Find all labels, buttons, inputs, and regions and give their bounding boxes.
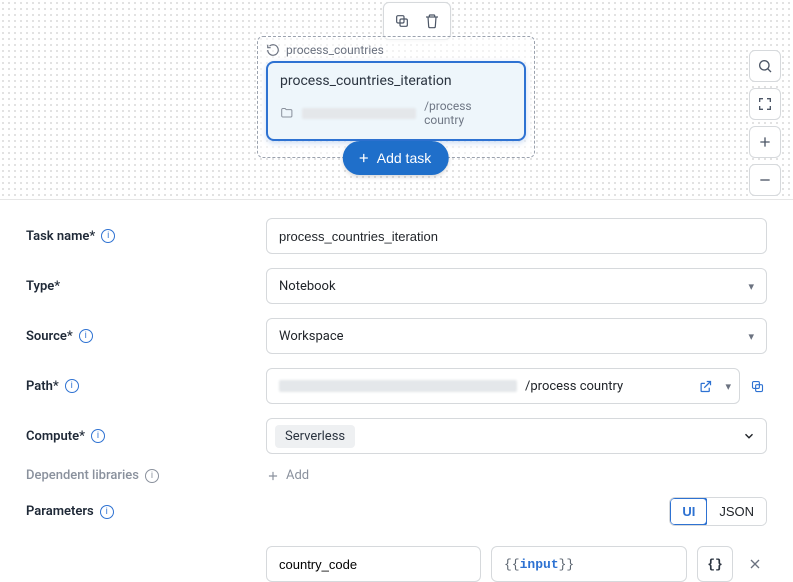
source-label-text: Source* (26, 329, 73, 344)
compute-select[interactable]: Serverless (266, 418, 767, 454)
parameter-key-input[interactable] (266, 546, 481, 582)
close-icon (747, 556, 763, 572)
info-icon[interactable]: i (79, 329, 93, 343)
brace-open: {{ (504, 557, 520, 572)
zoom-in-button[interactable] (749, 126, 781, 158)
parameters-label: Parameters i (26, 504, 266, 519)
type-label: Type* (26, 279, 266, 294)
canvas-zoom-controls (749, 50, 781, 196)
compute-label-text: Compute* (26, 429, 85, 444)
copy-path-button[interactable] (748, 377, 767, 396)
copy-icon (394, 13, 410, 29)
chevron-down-icon (742, 429, 756, 443)
compute-label: Compute* i (26, 429, 266, 444)
path-redacted (279, 380, 517, 392)
compute-value-tag: Serverless (275, 425, 355, 448)
source-label: Source* i (26, 329, 266, 344)
add-library-label: Add (286, 468, 309, 483)
type-select[interactable]: Notebook ▾ (266, 268, 767, 304)
dependent-libraries-label: Dependent libraries i (26, 468, 266, 483)
add-task-button[interactable]: Add task (343, 141, 449, 175)
parameters-label-text: Parameters (26, 504, 94, 519)
external-link-icon (698, 379, 713, 394)
search-canvas-button[interactable] (749, 50, 781, 82)
task-name-input[interactable] (266, 218, 767, 254)
type-label-text: Type* (26, 279, 60, 294)
task-card-path: /process country (280, 99, 512, 127)
foreach-loop-container[interactable]: process_countries process_countries_iter… (257, 36, 535, 158)
folder-icon (280, 106, 294, 120)
fullscreen-icon (757, 96, 773, 112)
parameter-value-input[interactable]: {{input}} (491, 546, 687, 582)
delete-task-button[interactable] (418, 7, 446, 35)
chevron-down-icon: ▾ (748, 330, 754, 343)
fullscreen-button[interactable] (749, 88, 781, 120)
parameters-toggle-ui[interactable]: UI (669, 497, 708, 526)
chevron-down-icon[interactable]: ▾ (725, 380, 731, 393)
zoom-out-button[interactable] (749, 164, 781, 196)
trash-icon (424, 13, 440, 29)
path-label: Path* i (26, 379, 266, 394)
task-card-title: process_countries_iteration (280, 73, 512, 89)
chevron-down-icon: ▾ (748, 280, 754, 293)
source-value: Workspace (279, 329, 344, 344)
task-config-form: Task name* i Type* Notebook ▾ Source* i … (0, 200, 793, 582)
open-external-button[interactable] (696, 377, 715, 396)
info-icon[interactable]: i (145, 469, 159, 483)
workflow-canvas[interactable]: process_countries process_countries_iter… (0, 0, 793, 200)
dependent-libraries-label-text: Dependent libraries (26, 468, 139, 483)
task-card-path-redacted (302, 108, 416, 119)
info-icon[interactable]: i (100, 505, 114, 519)
brace-close: }} (559, 557, 575, 572)
path-input[interactable]: /process country ▾ (266, 368, 740, 404)
loop-header: process_countries (266, 43, 526, 57)
copy-task-button[interactable] (388, 7, 416, 35)
task-name-label-text: Task name* (26, 229, 95, 244)
info-icon[interactable]: i (91, 429, 105, 443)
loop-icon (266, 43, 280, 57)
loop-name: process_countries (286, 43, 384, 57)
search-icon (757, 58, 773, 74)
remove-parameter-button[interactable] (743, 552, 767, 576)
task-card[interactable]: process_countries_iteration /process cou… (266, 61, 526, 141)
minus-icon (757, 172, 773, 188)
source-select[interactable]: Workspace ▾ (266, 318, 767, 354)
info-icon[interactable]: i (101, 229, 115, 243)
path-label-text: Path* (26, 379, 59, 394)
task-card-path-suffix: /process country (424, 99, 512, 127)
task-name-label: Task name* i (26, 229, 266, 244)
copy-icon (750, 379, 765, 394)
info-icon[interactable]: i (65, 379, 79, 393)
type-value: Notebook (279, 279, 336, 294)
plus-icon (357, 151, 371, 165)
parameter-value-inner: input (520, 557, 559, 572)
task-toolbar (383, 2, 451, 40)
insert-variable-button[interactable]: {} (697, 546, 733, 582)
add-library-button[interactable]: Add (266, 468, 767, 483)
add-task-label: Add task (377, 150, 431, 166)
path-suffix: /process country (525, 379, 623, 394)
parameters-toggle-json[interactable]: JSON (707, 498, 766, 525)
parameters-view-toggle: UI JSON (669, 497, 767, 526)
plus-icon (757, 134, 773, 150)
plus-icon (266, 469, 280, 483)
parameter-row: {{input}} {} (266, 546, 767, 582)
